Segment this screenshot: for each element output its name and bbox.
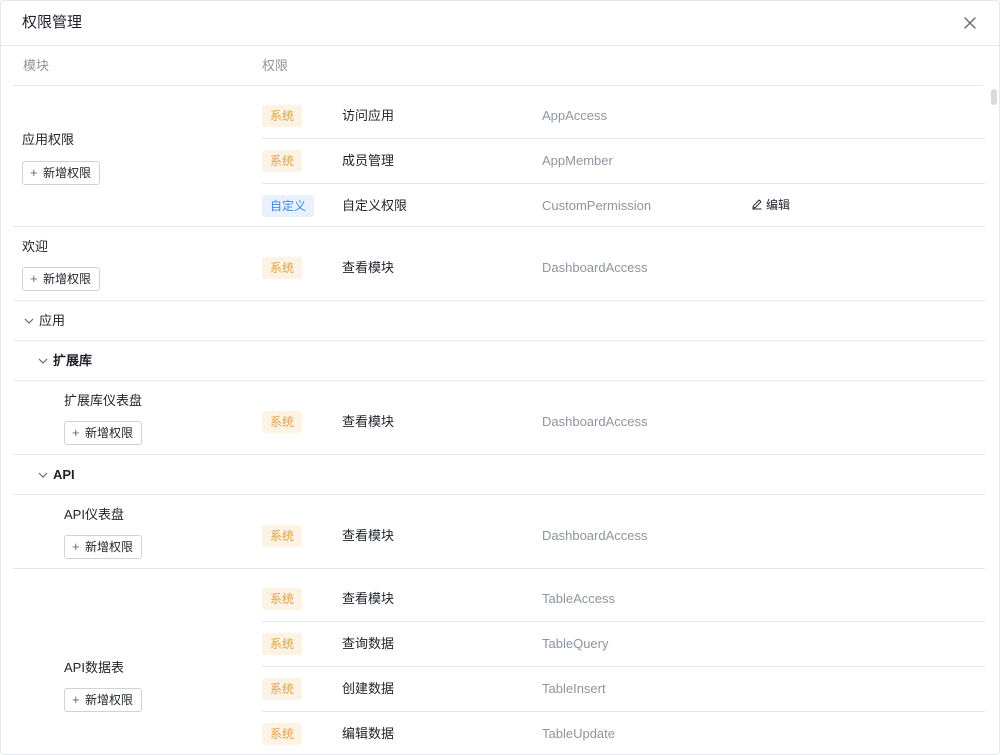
- permission-row: 系统 创建数据 TableInsert: [262, 667, 985, 712]
- permission-code: TableAccess: [542, 591, 615, 606]
- chevron-down-icon[interactable]: [37, 355, 49, 367]
- permission-name: 查看模块: [342, 260, 395, 275]
- module-section: 应用权限 + 新增权限 系统 访问应用 AppAccess 系统 成员管理 App…: [13, 86, 985, 227]
- permission-code: CustomPermission: [542, 198, 652, 213]
- group-name: 应用: [39, 313, 66, 328]
- permission-name: 创建数据: [342, 681, 395, 696]
- permission-code: TableQuery: [542, 636, 609, 651]
- system-tag: 系统: [262, 105, 303, 127]
- permission-row: 系统 编辑数据 TableUpdate: [262, 712, 985, 754]
- permission-code: TableInsert: [542, 681, 606, 696]
- plus-icon: +: [72, 425, 80, 440]
- permission-row: 系统 查看模块 TableAccess: [262, 577, 985, 622]
- permission-code: DashboardAccess: [542, 260, 648, 275]
- add-permission-label: 新增权限: [43, 272, 92, 286]
- system-tag: 系统: [262, 678, 303, 700]
- permission-name: 查询数据: [342, 636, 395, 651]
- edit-icon: [752, 199, 762, 210]
- permission-name: 编辑数据: [342, 726, 395, 741]
- plus-icon: +: [30, 165, 38, 180]
- custom-tag: 自定义: [262, 195, 315, 217]
- permission-name: 访问应用: [342, 108, 395, 123]
- scrollbar-thumb[interactable]: [991, 89, 997, 105]
- plus-icon: +: [72, 539, 80, 554]
- permission-name: 查看模块: [342, 414, 395, 429]
- add-permission-button[interactable]: + 新增权限: [22, 161, 101, 185]
- permission-code: AppMember: [542, 153, 613, 168]
- vertical-scrollbar[interactable]: [991, 89, 997, 739]
- add-permission-button[interactable]: + 新增权限: [64, 535, 143, 559]
- module-name: 欢迎: [22, 239, 49, 254]
- permission-row: 系统 查看模块 DashboardAccess: [262, 246, 985, 291]
- module-name: 应用权限: [22, 132, 75, 147]
- permission-code: AppAccess: [542, 108, 608, 123]
- permission-row: 系统 访问应用 AppAccess: [262, 94, 985, 139]
- permission-name: 成员管理: [342, 153, 395, 168]
- permission-row: 自定义 自定义权限 CustomPermission 编辑: [262, 184, 985, 229]
- group-name: 扩展库: [53, 353, 93, 368]
- column-header-permission: 权限: [262, 58, 289, 73]
- group-name: API: [53, 467, 75, 482]
- group-row-extension[interactable]: 扩展库: [13, 341, 985, 381]
- chevron-down-icon[interactable]: [37, 469, 49, 481]
- module-section: 欢迎 + 新增权限 系统 查看模块 DashboardAccess: [13, 227, 985, 301]
- module-section: 扩展库仪表盘 + 新增权限 系统 查看模块 DashboardAccess: [13, 381, 985, 455]
- add-permission-button[interactable]: + 新增权限: [64, 688, 143, 712]
- module-name: API仪表盘: [64, 507, 124, 522]
- edit-permission-button[interactable]: 编辑: [751, 197, 790, 213]
- edit-label: 编辑: [766, 198, 791, 212]
- module-section: API数据表 + 新增权限 系统 查看模块 TableAccess 系统 查询数据…: [13, 569, 985, 754]
- system-tag: 系统: [262, 257, 303, 279]
- permission-name: 查看模块: [342, 528, 395, 543]
- dialog-title: 权限管理: [22, 14, 83, 31]
- system-tag: 系统: [262, 633, 303, 655]
- system-tag: 系统: [262, 150, 303, 172]
- module-name: 扩展库仪表盘: [64, 393, 143, 408]
- permission-table-body[interactable]: 应用权限 + 新增权限 系统 访问应用 AppAccess 系统 成员管理 App…: [1, 86, 999, 754]
- permission-code: TableUpdate: [542, 726, 615, 741]
- permission-dialog: 权限管理 模块 权限 应用权限 + 新增权限 系统 访问应用 AppAccess …: [0, 0, 1000, 755]
- module-section: API仪表盘 + 新增权限 系统 查看模块 DashboardAccess: [13, 495, 985, 569]
- plus-icon: +: [72, 692, 80, 707]
- group-row-api[interactable]: API: [13, 455, 985, 495]
- add-permission-label: 新增权限: [43, 166, 92, 180]
- system-tag: 系统: [262, 588, 303, 610]
- permission-row: 系统 成员管理 AppMember: [262, 139, 985, 184]
- permission-row: 系统 查询数据 TableQuery: [262, 622, 985, 667]
- permission-row: 系统 查看模块 DashboardAccess: [262, 514, 985, 559]
- system-tag: 系统: [262, 411, 303, 433]
- plus-icon: +: [30, 271, 38, 286]
- add-permission-label: 新增权限: [85, 540, 134, 554]
- close-icon[interactable]: [963, 16, 977, 30]
- chevron-down-icon[interactable]: [23, 315, 35, 327]
- add-permission-label: 新增权限: [85, 426, 134, 440]
- system-tag: 系统: [262, 525, 303, 547]
- system-tag: 系统: [262, 723, 303, 745]
- permission-row: 系统 查看模块 DashboardAccess: [262, 400, 985, 445]
- permission-code: DashboardAccess: [542, 414, 648, 429]
- add-permission-button[interactable]: + 新增权限: [22, 267, 101, 291]
- add-permission-label: 新增权限: [85, 693, 134, 707]
- group-row-app[interactable]: 应用: [13, 301, 985, 341]
- dialog-header: 权限管理: [1, 1, 999, 46]
- permission-code: DashboardAccess: [542, 528, 648, 543]
- module-name: API数据表: [64, 660, 124, 675]
- add-permission-button[interactable]: + 新增权限: [64, 421, 143, 445]
- table-header: 模块 权限: [13, 46, 983, 86]
- column-header-module: 模块: [23, 58, 50, 73]
- permission-name: 自定义权限: [342, 198, 408, 213]
- permission-name: 查看模块: [342, 591, 395, 606]
